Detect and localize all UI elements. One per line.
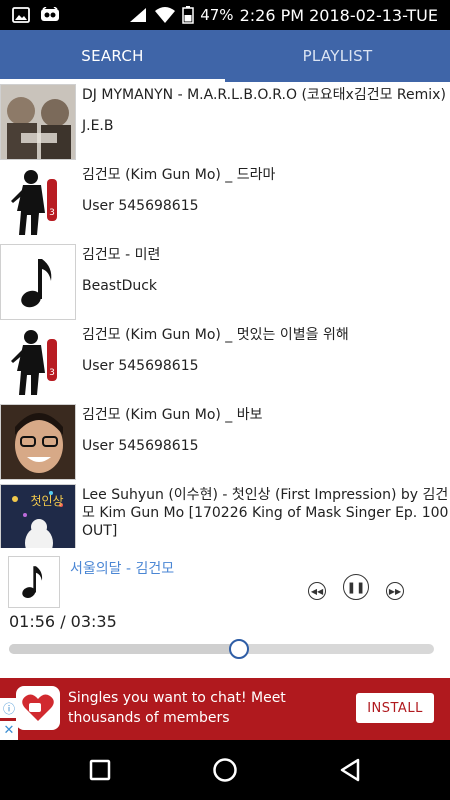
song-title: 김건모 (Kim Gun Mo) _ 바보 — [82, 407, 263, 423]
rewind-icon: ◀◀ — [310, 586, 324, 596]
song-title: DJ MYMANYN - M.A.R.L.B.O.R.O (코요태x김건모 Re… — [82, 87, 446, 103]
system-nav-bar — [0, 740, 450, 800]
song-artist: J.E.B — [82, 118, 114, 134]
song-artist: BeastDuck — [82, 278, 158, 294]
rewind-button[interactable]: ◀◀ — [308, 582, 326, 600]
ad-text: Singles you want to chat! Meet thousands… — [68, 690, 286, 726]
artist-photo-icon — [0, 404, 76, 480]
list-item[interactable]: 김건모 - 미련 BeastDuck — [0, 242, 450, 322]
fast-forward-icon: ▶▶ — [388, 586, 402, 596]
song-title: Lee Suhyun (이수현) - 첫인상 (First Impression… — [82, 487, 449, 539]
list-item[interactable]: 3 김건모 (Kim Gun Mo) _ 드라마 User 545698615 — [0, 162, 450, 242]
music-note-icon — [8, 556, 60, 608]
pause-button[interactable]: ❚❚ — [343, 574, 369, 600]
battery-percent: 47% — [200, 6, 234, 24]
song-list[interactable]: DJ MYMANYN - M.A.R.L.B.O.R.O (코요태x김건모 Re… — [0, 82, 450, 548]
seek-bar[interactable] — [9, 639, 434, 659]
playback-time: 01:56 / 03:35 — [9, 612, 117, 631]
square-icon — [89, 759, 111, 781]
song-title: 김건모 (Kim Gun Mo) _ 멋있는 이별을 위해 — [82, 327, 349, 343]
install-button[interactable]: INSTALL — [356, 693, 434, 723]
tab-search[interactable]: SEARCH — [0, 30, 225, 82]
album-art-icon: 첫인상 — [0, 484, 76, 548]
seek-bar-handle[interactable] — [228, 639, 249, 659]
app-notification-icon — [41, 7, 59, 21]
home-button[interactable] — [205, 750, 245, 790]
status-clock: 2:26 PM 2018-02-13-TUE — [239, 5, 438, 25]
svg-text:첫인상: 첫인상 — [30, 494, 63, 508]
song-artist: User 545698615 — [82, 358, 199, 374]
list-item[interactable]: 첫인상 Lee Suhyun (이수현) - 첫인상 (First Impres… — [0, 482, 450, 548]
artist-silhouette-icon: 3 — [0, 324, 76, 400]
song-artist: User 545698615 — [82, 438, 199, 454]
tab-playlist[interactable]: PLAYLIST — [225, 30, 450, 82]
mini-player: 서울의달 - 김건모 ◀◀ ❚❚ ▶▶ 01:56 / 03:35 — [0, 548, 450, 678]
svg-text:3: 3 — [49, 368, 55, 378]
ad-banner[interactable]: ⓘ ✕ Singles you want to chat! Meet thous… — [0, 678, 450, 740]
fast-forward-button[interactable]: ▶▶ — [386, 582, 404, 600]
pause-icon: ❚❚ — [346, 580, 366, 594]
tab-bar: SEARCH PLAYLIST — [0, 30, 450, 82]
battery-icon — [182, 6, 194, 24]
circle-icon — [213, 758, 237, 782]
music-note-icon — [0, 244, 76, 320]
svg-text:3: 3 — [49, 208, 55, 218]
wifi-icon — [155, 7, 176, 23]
back-triangle-icon — [340, 758, 360, 782]
back-button[interactable] — [330, 750, 370, 790]
seek-bar-progress — [9, 644, 239, 654]
heart-logo-icon — [16, 686, 60, 730]
signal-icon — [130, 8, 147, 22]
recents-button[interactable] — [80, 750, 120, 790]
list-item[interactable]: DJ MYMANYN - M.A.R.L.B.O.R.O (코요태x김건모 Re… — [0, 82, 450, 162]
list-item[interactable]: 김건모 (Kim Gun Mo) _ 바보 User 545698615 — [0, 402, 450, 482]
gallery-icon — [12, 7, 30, 23]
song-title: 김건모 (Kim Gun Mo) _ 드라마 — [82, 167, 276, 183]
status-bar: 47% 2:26 PM 2018-02-13-TUE — [0, 0, 450, 30]
song-artist: User 545698615 — [82, 198, 199, 214]
artist-silhouette-icon: 3 — [0, 164, 76, 240]
album-art-icon — [0, 84, 76, 160]
list-item[interactable]: 3 김건모 (Kim Gun Mo) _ 멋있는 이별을 위해 User 545… — [0, 322, 450, 402]
song-title: 김건모 - 미련 — [82, 247, 161, 263]
now-playing-title: 서울의달 - 김건모 — [70, 561, 175, 577]
